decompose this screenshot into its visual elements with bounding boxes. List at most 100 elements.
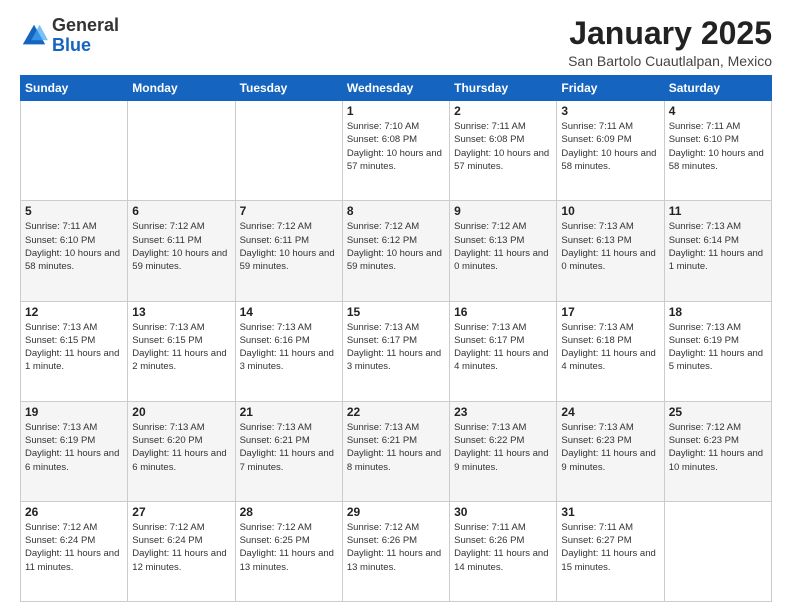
day-info: Sunrise: 7:12 AM Sunset: 6:11 PM Dayligh… — [132, 220, 230, 273]
calendar-subtitle: San Bartolo Cuautlalpan, Mexico — [568, 53, 772, 69]
day-info: Sunrise: 7:13 AM Sunset: 6:22 PM Dayligh… — [454, 421, 552, 474]
day-number: 25 — [669, 405, 767, 419]
day-info: Sunrise: 7:13 AM Sunset: 6:19 PM Dayligh… — [669, 321, 767, 374]
day-info: Sunrise: 7:12 AM Sunset: 6:24 PM Dayligh… — [132, 521, 230, 574]
day-number: 20 — [132, 405, 230, 419]
day-number: 6 — [132, 204, 230, 218]
day-number: 15 — [347, 305, 445, 319]
day-cell: 21 Sunrise: 7:13 AM Sunset: 6:21 PM Dayli… — [235, 401, 342, 501]
day-cell: 12 Sunrise: 7:13 AM Sunset: 6:15 PM Dayli… — [21, 301, 128, 401]
day-number: 26 — [25, 505, 123, 519]
day-info: Sunrise: 7:13 AM Sunset: 6:21 PM Dayligh… — [240, 421, 338, 474]
col-wednesday: Wednesday — [342, 76, 449, 101]
day-info: Sunrise: 7:11 AM Sunset: 6:10 PM Dayligh… — [669, 120, 767, 173]
logo: General Blue — [20, 16, 119, 56]
col-tuesday: Tuesday — [235, 76, 342, 101]
day-info: Sunrise: 7:12 AM Sunset: 6:26 PM Dayligh… — [347, 521, 445, 574]
day-info: Sunrise: 7:11 AM Sunset: 6:09 PM Dayligh… — [561, 120, 659, 173]
day-cell: 28Sunrise: 7:12 AM Sunset: 6:25 PM Dayli… — [235, 501, 342, 601]
day-cell: 2 Sunrise: 7:11 AM Sunset: 6:08 PM Daylig… — [450, 101, 557, 201]
day-cell: 7 Sunrise: 7:12 AM Sunset: 6:11 PM Daylig… — [235, 201, 342, 301]
day-cell — [128, 101, 235, 201]
day-info: Sunrise: 7:13 AM Sunset: 6:13 PM Dayligh… — [561, 220, 659, 273]
day-info: Sunrise: 7:12 AM Sunset: 6:13 PM Dayligh… — [454, 220, 552, 273]
day-info: Sunrise: 7:11 AM Sunset: 6:27 PM Dayligh… — [561, 521, 659, 574]
col-monday: Monday — [128, 76, 235, 101]
logo-text: General Blue — [52, 16, 119, 56]
logo-general: General — [52, 15, 119, 35]
day-number: 18 — [669, 305, 767, 319]
day-cell: 14 Sunrise: 7:13 AM Sunset: 6:16 PM Dayli… — [235, 301, 342, 401]
day-info: Sunrise: 7:13 AM Sunset: 6:20 PM Dayligh… — [132, 421, 230, 474]
day-info: Sunrise: 7:12 AM Sunset: 6:11 PM Dayligh… — [240, 220, 338, 273]
col-friday: Friday — [557, 76, 664, 101]
page: General Blue January 2025 San Bartolo Cu… — [0, 0, 792, 612]
col-thursday: Thursday — [450, 76, 557, 101]
day-cell — [21, 101, 128, 201]
day-number: 16 — [454, 305, 552, 319]
logo-icon — [20, 22, 48, 50]
day-cell: 24 Sunrise: 7:13 AM Sunset: 6:23 PM Dayli… — [557, 401, 664, 501]
day-number: 27 — [132, 505, 230, 519]
day-number: 19 — [25, 405, 123, 419]
day-number: 24 — [561, 405, 659, 419]
day-cell: 13 Sunrise: 7:13 AM Sunset: 6:15 PM Dayli… — [128, 301, 235, 401]
day-number: 12 — [25, 305, 123, 319]
week-row-5: 26 Sunrise: 7:12 AM Sunset: 6:24 PM Dayli… — [21, 501, 772, 601]
day-cell: 11Sunrise: 7:13 AM Sunset: 6:14 PM Dayli… — [664, 201, 771, 301]
day-cell: 3Sunrise: 7:11 AM Sunset: 6:09 PM Daylig… — [557, 101, 664, 201]
day-cell: 31Sunrise: 7:11 AM Sunset: 6:27 PM Dayli… — [557, 501, 664, 601]
day-number: 1 — [347, 104, 445, 118]
day-number: 2 — [454, 104, 552, 118]
day-number: 14 — [240, 305, 338, 319]
col-saturday: Saturday — [664, 76, 771, 101]
day-number: 28 — [240, 505, 338, 519]
day-number: 5 — [25, 204, 123, 218]
day-cell: 29 Sunrise: 7:12 AM Sunset: 6:26 PM Dayli… — [342, 501, 449, 601]
day-info: Sunrise: 7:13 AM Sunset: 6:17 PM Dayligh… — [347, 321, 445, 374]
day-info: Sunrise: 7:13 AM Sunset: 6:23 PM Dayligh… — [561, 421, 659, 474]
day-info: Sunrise: 7:12 AM Sunset: 6:23 PM Dayligh… — [669, 421, 767, 474]
day-number: 22 — [347, 405, 445, 419]
day-cell: 22 Sunrise: 7:13 AM Sunset: 6:21 PM Dayli… — [342, 401, 449, 501]
day-info: Sunrise: 7:13 AM Sunset: 6:16 PM Dayligh… — [240, 321, 338, 374]
week-row-2: 5Sunrise: 7:11 AM Sunset: 6:10 PM Daylig… — [21, 201, 772, 301]
day-info: Sunrise: 7:12 AM Sunset: 6:12 PM Dayligh… — [347, 220, 445, 273]
week-row-3: 12 Sunrise: 7:13 AM Sunset: 6:15 PM Dayli… — [21, 301, 772, 401]
day-cell: 1Sunrise: 7:10 AM Sunset: 6:08 PM Daylig… — [342, 101, 449, 201]
day-cell: 16Sunrise: 7:13 AM Sunset: 6:17 PM Dayli… — [450, 301, 557, 401]
title-block: January 2025 San Bartolo Cuautlalpan, Me… — [568, 16, 772, 69]
day-number: 7 — [240, 204, 338, 218]
day-cell: 20 Sunrise: 7:13 AM Sunset: 6:20 PM Dayli… — [128, 401, 235, 501]
day-number: 29 — [347, 505, 445, 519]
day-number: 23 — [454, 405, 552, 419]
day-cell: 10 Sunrise: 7:13 AM Sunset: 6:13 PM Dayli… — [557, 201, 664, 301]
day-info: Sunrise: 7:13 AM Sunset: 6:21 PM Dayligh… — [347, 421, 445, 474]
day-cell: 17Sunrise: 7:13 AM Sunset: 6:18 PM Dayli… — [557, 301, 664, 401]
day-cell: 9 Sunrise: 7:12 AM Sunset: 6:13 PM Daylig… — [450, 201, 557, 301]
header: General Blue January 2025 San Bartolo Cu… — [20, 16, 772, 69]
day-info: Sunrise: 7:13 AM Sunset: 6:14 PM Dayligh… — [669, 220, 767, 273]
day-cell: 8Sunrise: 7:12 AM Sunset: 6:12 PM Daylig… — [342, 201, 449, 301]
day-number: 10 — [561, 204, 659, 218]
day-cell — [235, 101, 342, 201]
day-number: 13 — [132, 305, 230, 319]
day-info: Sunrise: 7:11 AM Sunset: 6:08 PM Dayligh… — [454, 120, 552, 173]
day-info: Sunrise: 7:12 AM Sunset: 6:24 PM Dayligh… — [25, 521, 123, 574]
day-info: Sunrise: 7:13 AM Sunset: 6:19 PM Dayligh… — [25, 421, 123, 474]
logo-blue: Blue — [52, 35, 91, 55]
day-cell: 27 Sunrise: 7:12 AM Sunset: 6:24 PM Dayli… — [128, 501, 235, 601]
day-cell: 4Sunrise: 7:11 AM Sunset: 6:10 PM Daylig… — [664, 101, 771, 201]
calendar-table: Sunday Monday Tuesday Wednesday Thursday… — [20, 75, 772, 602]
week-row-1: 1Sunrise: 7:10 AM Sunset: 6:08 PM Daylig… — [21, 101, 772, 201]
day-info: Sunrise: 7:13 AM Sunset: 6:15 PM Dayligh… — [25, 321, 123, 374]
day-cell: 26 Sunrise: 7:12 AM Sunset: 6:24 PM Dayli… — [21, 501, 128, 601]
day-cell: 5Sunrise: 7:11 AM Sunset: 6:10 PM Daylig… — [21, 201, 128, 301]
day-info: Sunrise: 7:13 AM Sunset: 6:15 PM Dayligh… — [132, 321, 230, 374]
day-cell: 15 Sunrise: 7:13 AM Sunset: 6:17 PM Dayli… — [342, 301, 449, 401]
day-cell: 6 Sunrise: 7:12 AM Sunset: 6:11 PM Daylig… — [128, 201, 235, 301]
header-row: Sunday Monday Tuesday Wednesday Thursday… — [21, 76, 772, 101]
day-cell — [664, 501, 771, 601]
day-number: 21 — [240, 405, 338, 419]
day-number: 9 — [454, 204, 552, 218]
